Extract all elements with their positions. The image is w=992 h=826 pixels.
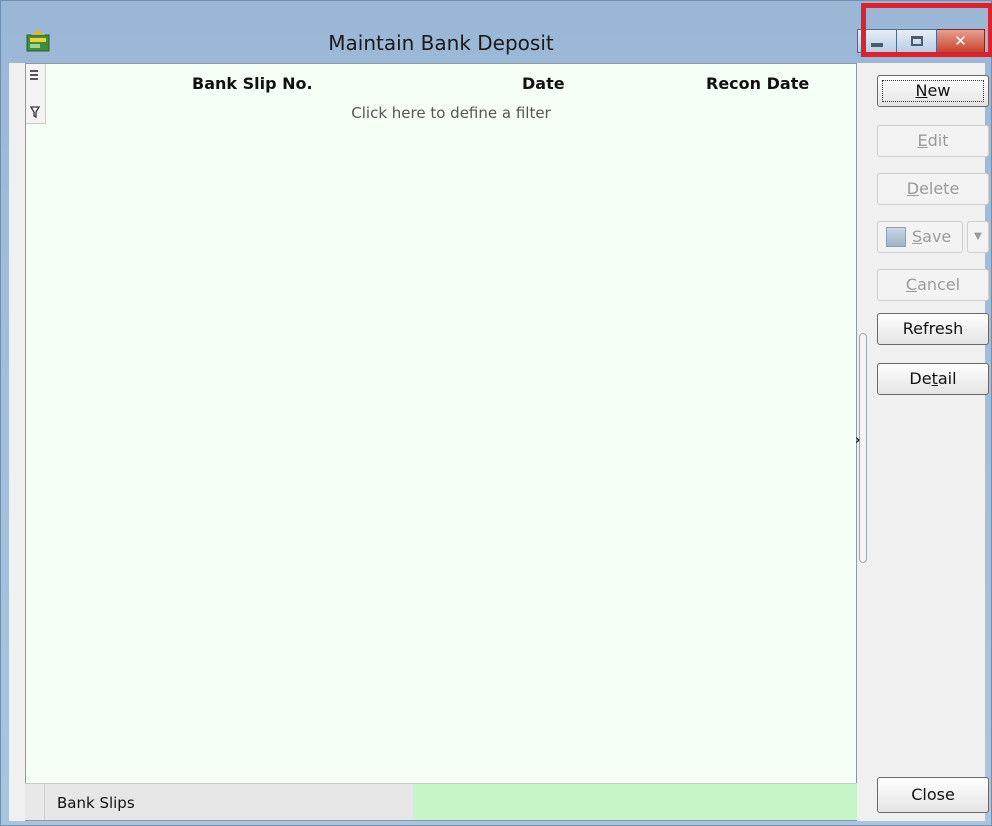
save-dropdown-button[interactable]: ▼ <box>967 221 989 253</box>
action-button-column: New Edit Delete Save ▼ Cancel Refresh De… <box>877 63 989 821</box>
maintain-bank-deposit-window: Maintain Bank Deposit ✕ Bank Slip No. Da… <box>0 0 992 826</box>
column-header-date[interactable]: Date <box>522 74 565 93</box>
splitter-arrow-icon[interactable]: › <box>855 433 860 448</box>
column-chooser-icon[interactable] <box>30 70 38 82</box>
new-button[interactable]: New <box>877 75 989 107</box>
grid-header-row: Bank Slip No. Date Recon Date <box>46 74 856 98</box>
filter-row[interactable]: Click here to define a filter <box>46 104 856 122</box>
filter-icon[interactable] <box>30 106 40 118</box>
edit-button[interactable]: Edit <box>877 125 989 157</box>
detail-button[interactable]: Detail <box>877 363 989 395</box>
cancel-button[interactable]: Cancel <box>877 269 989 301</box>
save-icon <box>886 227 906 247</box>
status-label: Bank Slips <box>45 784 413 820</box>
status-lead-cell <box>25 784 45 820</box>
close-button[interactable]: Close <box>877 777 989 813</box>
column-header-recon-date[interactable]: Recon Date <box>706 74 809 93</box>
bank-slips-grid: Bank Slip No. Date Recon Date Click here… <box>25 63 857 821</box>
delete-button[interactable]: Delete <box>877 173 989 205</box>
client-area: Bank Slip No. Date Recon Date Click here… <box>9 63 989 821</box>
grid-side-toolbar <box>26 64 46 124</box>
title-bar: Maintain Bank Deposit ✕ <box>1 1 992 63</box>
column-header-bank-slip-no[interactable]: Bank Slip No. <box>192 74 313 93</box>
panel-splitter[interactable] <box>859 333 867 563</box>
status-bar: Bank Slips <box>25 783 857 820</box>
grid-rows-area[interactable] <box>26 126 856 776</box>
window-title: Maintain Bank Deposit <box>328 31 554 55</box>
new-button-highlight <box>861 3 992 57</box>
refresh-button[interactable]: Refresh <box>877 313 989 345</box>
status-progress <box>413 784 857 820</box>
save-button[interactable]: Save <box>877 221 963 253</box>
save-split-button: Save ▼ <box>877 221 989 253</box>
focus-rectangle <box>882 80 984 102</box>
